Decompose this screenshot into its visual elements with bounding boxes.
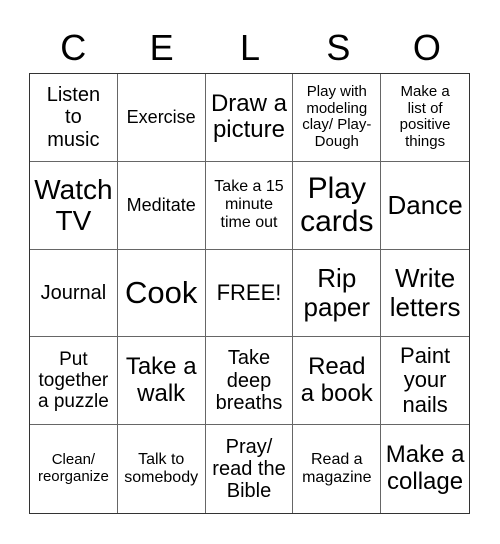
cell-label: Take deep breaths [215, 347, 283, 414]
bingo-cell[interactable]: Put together a puzzle [30, 337, 118, 426]
bingo-cell[interactable]: Talk to somebody [118, 425, 206, 513]
bingo-cell[interactable]: Exercise [117, 74, 206, 162]
cell-label: Pray/ read the Bible [212, 435, 286, 503]
header-letter: O [412, 27, 441, 68]
cell-label: Clean/ reorganize [37, 451, 109, 486]
cell-label: Rip paper [303, 262, 371, 322]
cell-label: Make a collage [385, 441, 465, 496]
cell-label: Cook [125, 274, 198, 310]
cell-label: Draw a picture [210, 89, 287, 144]
cell-label: Play cards [300, 171, 374, 239]
cell-label: Meditate [126, 195, 196, 216]
cell-label: Talk to somebody [124, 451, 199, 487]
bingo-cell[interactable]: Play cards [293, 161, 382, 250]
header-letter: S [326, 27, 351, 68]
bingo-cell[interactable]: Take a walk [117, 337, 206, 426]
bingo-cell[interactable]: Draw a picture [205, 74, 294, 162]
cell-label: Play with modeling clay/ Play- Dough [302, 82, 372, 151]
cell-label: Put together a puzzle [38, 348, 109, 413]
bingo-cell[interactable]: Paint your nails [381, 337, 469, 426]
cell-label: Read a book [300, 352, 373, 407]
cell-label: Take a walk [125, 352, 197, 407]
cell-label: Exercise [126, 107, 196, 128]
header-letter: C [60, 27, 87, 68]
bingo-cell[interactable]: Meditate [117, 161, 206, 250]
bingo-cell[interactable]: Clean/ reorganize [30, 425, 118, 513]
bingo-cell[interactable]: Play with modeling clay/ Play- Dough [293, 74, 382, 162]
cell-label: Read a magazine [302, 451, 372, 487]
bingo-cell[interactable]: Take a 15 minute time out [205, 161, 294, 250]
bingo-cell[interactable]: Make a collage [381, 425, 469, 513]
cell-label: Journal [40, 281, 107, 304]
bingo-cell[interactable]: Rip paper [293, 249, 382, 338]
bingo-cell[interactable]: Take deep breaths [205, 337, 294, 426]
bingo-cell[interactable]: Listen to music [30, 74, 118, 162]
cell-label: Listen to music [46, 83, 101, 151]
cell-label: Make a list of positive things [399, 82, 451, 151]
cell-label: Watch TV [34, 173, 113, 237]
bingo-cell[interactable]: Read a magazine [293, 425, 382, 513]
cell-label: Write letters [389, 262, 461, 322]
cell-label: Paint your nails [400, 342, 451, 418]
free-space-cell[interactable]: FREE! [205, 249, 294, 338]
bingo-cell[interactable]: Journal [30, 249, 118, 338]
cell-label: Take a 15 minute time out [214, 178, 284, 232]
header-letter: E [149, 27, 174, 68]
bingo-cell[interactable]: Write letters [381, 250, 469, 338]
bingo-header: C E L S O [29, 26, 471, 70]
cell-label: Dance [387, 189, 463, 220]
bingo-cell[interactable]: Watch TV [30, 161, 118, 250]
bingo-cell[interactable]: Read a book [293, 337, 382, 426]
bingo-cell[interactable]: Dance [381, 162, 469, 250]
bingo-cell[interactable]: Make a list of positive things [381, 74, 469, 162]
header-letter: L [240, 27, 261, 68]
bingo-cell[interactable]: Cook [117, 249, 206, 338]
bingo-grid: Listen to music Exercise Draw a picture Pla… [29, 73, 470, 514]
bingo-cell[interactable]: Pray/ read the Bible [206, 425, 294, 513]
cell-label: FREE! [216, 279, 282, 305]
